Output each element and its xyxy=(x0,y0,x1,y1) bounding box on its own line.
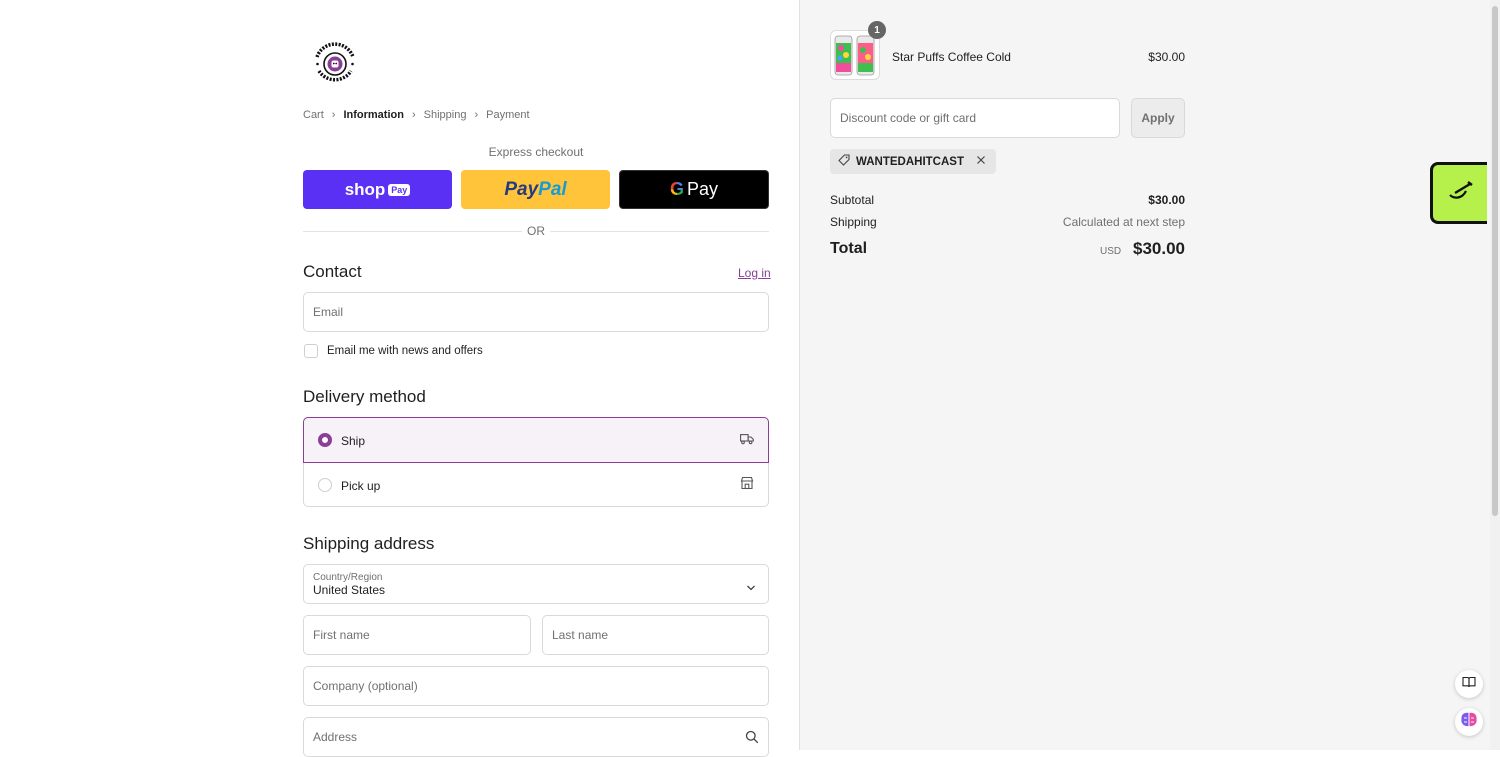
product-name: Star Puffs Coffee Cold xyxy=(892,50,1011,64)
subtotal-label: Subtotal xyxy=(830,193,875,207)
breadcrumb: Cart › Information › Shipping › Payment xyxy=(303,109,530,121)
company-placeholder: Company (optional) xyxy=(313,679,418,693)
store-icon xyxy=(740,476,754,495)
express-checkout-heading: Express checkout xyxy=(488,145,584,159)
reader-icon-button[interactable] xyxy=(1455,670,1483,698)
close-icon[interactable] xyxy=(976,155,986,168)
country-select[interactable]: Country/Region United States xyxy=(303,564,769,604)
truck-icon xyxy=(740,432,754,450)
brain-icon xyxy=(1459,711,1479,734)
newsletter-label: Email me with news and offers xyxy=(327,345,483,357)
ship-label: Ship xyxy=(341,434,366,448)
discount-placeholder: Discount code or gift card xyxy=(840,111,977,125)
total-label: Total xyxy=(830,240,868,257)
contact-title: Contact xyxy=(303,262,362,281)
login-link[interactable]: Log in xyxy=(738,266,771,280)
delivery-option-ship[interactable] xyxy=(303,417,769,463)
breadcrumb-payment: Payment xyxy=(486,109,530,121)
address-field[interactable]: Address xyxy=(303,717,769,757)
country-label: Country/Region xyxy=(313,572,383,583)
shop-pay-button[interactable]: shop Pay xyxy=(303,170,452,209)
chevron-right-icon: › xyxy=(331,109,336,121)
breadcrumb-cart[interactable]: Cart xyxy=(303,109,324,121)
address-placeholder: Address xyxy=(313,730,358,744)
chevron-down-icon xyxy=(746,579,756,597)
company-field[interactable]: Company (optional) xyxy=(303,666,769,706)
scrollbar-thumb[interactable] xyxy=(1492,6,1498,516)
google-pay-button[interactable]: G Pay xyxy=(619,170,769,209)
assistant-icon-button[interactable] xyxy=(1455,708,1483,736)
apply-button[interactable]: Apply xyxy=(1131,98,1185,138)
email-placeholder: Email xyxy=(313,305,344,319)
shipping-label: Shipping xyxy=(830,215,877,229)
book-icon xyxy=(1462,675,1476,693)
paypal-label-part2: Pal xyxy=(538,178,567,200)
shipping-value: Calculated at next step xyxy=(1062,215,1185,229)
tag-icon xyxy=(838,154,850,169)
google-pay-label: Pay xyxy=(686,179,719,199)
quantity-badge: 1 xyxy=(868,21,886,39)
last-name-field[interactable]: Last name xyxy=(542,615,769,655)
google-g-icon: G xyxy=(669,179,684,199)
floating-widget-button[interactable] xyxy=(1430,162,1487,224)
pickup-label: Pick up xyxy=(341,479,381,493)
applied-discount-chip: WANTEDAHITCAST xyxy=(830,149,996,174)
paypal-button[interactable]: Pay Pal xyxy=(461,170,610,209)
divider-text: OR xyxy=(522,224,550,238)
first-name-field[interactable]: First name xyxy=(303,615,531,655)
shop-pay-label: shop xyxy=(344,179,386,199)
subtotal-value: $30.00 xyxy=(1148,193,1185,207)
chevron-right-icon: › xyxy=(474,109,479,121)
discount-code-field[interactable]: Discount code or gift card xyxy=(830,98,1120,138)
paypal-label-part1: Pay xyxy=(504,178,539,200)
total-value: $30.00 xyxy=(1133,239,1185,258)
pen-icon xyxy=(1446,179,1474,208)
newsletter-checkbox[interactable] xyxy=(304,344,318,358)
product-price: $30.00 xyxy=(1148,50,1185,64)
shipping-address-title: Shipping address xyxy=(303,534,435,553)
breadcrumb-shipping: Shipping xyxy=(423,109,467,121)
discount-code-text: WANTEDAHITCAST xyxy=(856,155,964,168)
email-field[interactable]: Email xyxy=(303,292,769,332)
country-value: United States xyxy=(313,583,386,597)
shop-pay-tag: Pay xyxy=(388,183,411,196)
last-name-placeholder: Last name xyxy=(552,628,609,642)
checkout-main: Cart › Information › Shipping › Payment … xyxy=(0,0,799,757)
search-icon[interactable] xyxy=(745,730,759,749)
pickup-radio[interactable] xyxy=(318,478,332,492)
first-name-placeholder: First name xyxy=(313,628,370,642)
store-logo[interactable] xyxy=(309,37,361,89)
ship-radio[interactable] xyxy=(318,433,332,447)
breadcrumb-information: Information xyxy=(343,109,404,121)
chevron-right-icon: › xyxy=(411,109,416,121)
delivery-method-title: Delivery method xyxy=(303,387,426,406)
total-currency: USD xyxy=(1100,246,1122,257)
